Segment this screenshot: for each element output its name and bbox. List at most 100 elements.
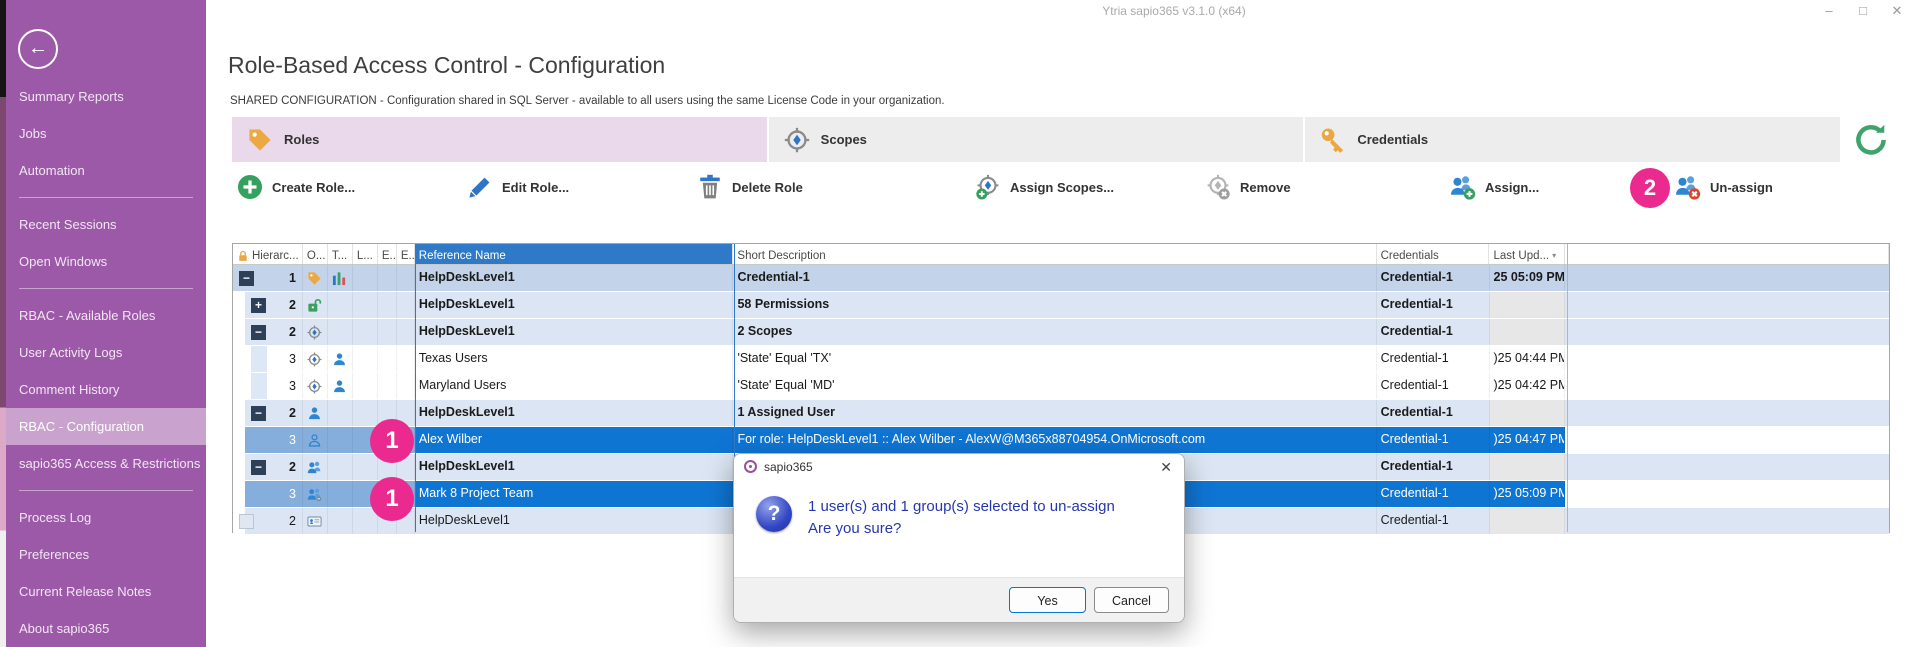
sidebar-item-open-windows[interactable]: Open Windows (6, 243, 206, 280)
expand-icon[interactable]: + (251, 298, 266, 313)
collapse-icon[interactable]: − (251, 406, 266, 421)
lock-icon (237, 250, 249, 262)
close-icon[interactable]: ✕ (1887, 2, 1907, 20)
tab-scopes[interactable]: Scopes (769, 117, 1304, 162)
back-button[interactable]: ← (18, 29, 58, 69)
last-updated-cell: )25 04:42 PM (1490, 373, 1566, 399)
last-updated-cell (1490, 292, 1566, 318)
reference-name-cell: HelpDeskLevel1 (415, 454, 734, 480)
assign-button[interactable]: Assign... (1450, 174, 1539, 200)
hierarchy-level: 2 (266, 298, 300, 312)
icon-cell (378, 319, 397, 345)
sidebar-item-about-sapio365[interactable]: About sapio365 (6, 610, 206, 647)
sidebar-item-rbac-available-roles[interactable]: RBAC - Available Roles (6, 297, 206, 334)
column-header-reference-name[interactable]: Reference Name (415, 244, 734, 264)
icon-cell (378, 373, 397, 399)
last-updated-cell (1490, 508, 1566, 534)
column-header-label: Last Upd... (1493, 250, 1549, 262)
sidebar-item-user-activity-logs[interactable]: User Activity Logs (6, 334, 206, 371)
icon-cell (328, 373, 353, 399)
column-header-label: Reference Name (419, 250, 506, 262)
remove-button[interactable]: Remove (1205, 174, 1291, 200)
sidebar-item-summary-reports[interactable]: Summary Reports (6, 78, 206, 115)
sidebar-item-rbac-configuration[interactable]: RBAC - Configuration (6, 408, 206, 445)
sidebar-item-jobs[interactable]: Jobs (6, 115, 206, 152)
column-header-t[interactable]: T... (328, 244, 353, 264)
dialog-close-icon[interactable]: ✕ (1160, 459, 1172, 476)
filler-cell (1565, 292, 1889, 318)
short-description-cell: For role: HelpDeskLevel1 :: Alex Wilber … (733, 427, 1376, 453)
dialog-footer: Yes Cancel (734, 577, 1184, 622)
column-header-e[interactable]: E... (378, 244, 397, 264)
un-assign-button[interactable]: Un-assign (1675, 174, 1773, 200)
trash-icon (697, 174, 723, 200)
table-row-5-maryland-users[interactable]: 3Maryland Users'State' Equal 'MD'Credent… (233, 373, 1889, 400)
toolbar-label: Edit Role... (502, 180, 569, 195)
toolbar-label: Delete Role (732, 180, 803, 195)
minimize-icon[interactable]: – (1819, 2, 1839, 20)
column-header-hierarc[interactable]: Hierarc... (233, 244, 303, 264)
icon-cell (378, 292, 397, 318)
column-header-o[interactable]: O... (303, 244, 328, 264)
collapse-icon[interactable]: − (239, 271, 254, 286)
hierarchy-level: 3 (237, 433, 300, 447)
sidebar-item-current-release-notes[interactable]: Current Release Notes (6, 573, 206, 610)
cancel-button[interactable]: Cancel (1094, 587, 1169, 613)
table-row-3-helpdesklevel1[interactable]: −2HelpDeskLevel12 ScopesCredential-1 (233, 319, 1889, 346)
sidebar-item-comment-history[interactable]: Comment History (6, 371, 206, 408)
credentials-cell: Credential-1 (1377, 319, 1490, 345)
column-header-last-upd[interactable]: Last Upd...▾ (1489, 244, 1565, 264)
table-row-4-texas-users[interactable]: 3Texas Users'State' Equal 'TX'Credential… (233, 346, 1889, 373)
table-row-2-helpdesklevel1[interactable]: +2HelpDeskLevel158 PermissionsCredential… (233, 292, 1889, 319)
table-header-row: Hierarc...O...T...L...E...E...Reference … (233, 244, 1889, 265)
icon-cell (328, 427, 353, 453)
short-description-cell: 58 Permissions (733, 292, 1376, 318)
column-header-credentials[interactable]: Credentials (1377, 244, 1490, 264)
create-role-button[interactable]: Create Role... (237, 174, 355, 200)
sidebar-item-automation[interactable]: Automation (6, 152, 206, 189)
column-header-label: Credentials (1381, 250, 1439, 262)
titlebar: Ytria sapio365 v3.1.0 (x64) – □ ✕ (206, 0, 1917, 24)
toolbar-label: Assign... (1485, 180, 1539, 195)
credentials-cell: Credential-1 (1377, 373, 1490, 399)
sidebar-item-recent-sessions[interactable]: Recent Sessions (6, 206, 206, 243)
icon-cell (303, 373, 328, 399)
icon-cell (328, 292, 353, 318)
icon-cell (353, 373, 378, 399)
table-row-7-alex-wilber[interactable]: 3Alex WilberFor role: HelpDeskLevel1 :: … (233, 427, 1889, 454)
column-header-l[interactable]: L... (353, 244, 378, 264)
back-arrow-icon: ← (28, 37, 48, 59)
collapse-icon[interactable]: − (251, 460, 266, 475)
question-icon: ? (756, 496, 792, 532)
pencil-icon (467, 174, 493, 200)
icon-cell (397, 373, 415, 399)
unlock-icon (307, 298, 322, 313)
delete-role-button[interactable]: Delete Role (697, 174, 803, 200)
short-description-cell: 'State' Equal 'TX' (733, 346, 1376, 372)
filler-cell (1565, 427, 1889, 453)
sidebar-item-process-log[interactable]: Process Log (6, 499, 206, 536)
collapse-icon[interactable]: − (251, 325, 266, 340)
maximize-icon[interactable]: □ (1853, 2, 1873, 20)
tab-roles[interactable]: Roles (232, 117, 767, 162)
filler-cell (1565, 400, 1889, 426)
sidebar-item-sapio365-access-restrictions[interactable]: sapio365 Access & Restrictions (6, 445, 206, 482)
icon-cell (303, 265, 328, 291)
user-icon (307, 406, 322, 421)
icon-cell (303, 346, 328, 372)
refresh-button[interactable] (1853, 122, 1889, 158)
sidebar-item-preferences[interactable]: Preferences (6, 536, 206, 573)
column-header-e[interactable]: E... (397, 244, 415, 264)
hierarchy-cell: −1 (233, 265, 303, 291)
assign-scopes-button[interactable]: Assign Scopes... (975, 174, 1114, 200)
target-icon (307, 325, 322, 340)
dialog-titlebar: sapio365 ✕ (734, 454, 1184, 480)
edit-role-button[interactable]: Edit Role... (467, 174, 569, 200)
column-separator (1567, 244, 1568, 532)
yes-button[interactable]: Yes (1009, 587, 1086, 613)
column-header-short-description[interactable]: Short Description (733, 244, 1376, 264)
hierarchy-level: 3 (237, 487, 300, 501)
tab-credentials[interactable]: Credentials (1305, 117, 1840, 162)
table-row-6-helpdesklevel1[interactable]: −2HelpDeskLevel11 Assigned UserCredentia… (233, 400, 1889, 427)
table-row-1-helpdesklevel1[interactable]: −1HelpDeskLevel1Credential-1Credential-1… (233, 265, 1889, 292)
